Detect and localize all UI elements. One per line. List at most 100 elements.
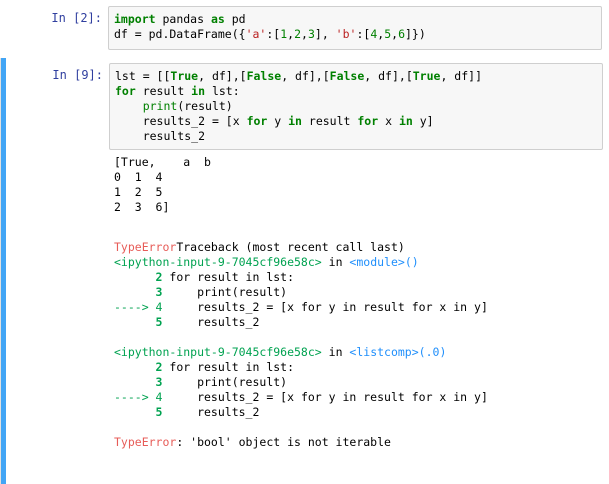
traceback-line: ----> 4 results_2 = [x for y in result f… bbox=[114, 300, 604, 315]
number: 6 bbox=[398, 27, 405, 41]
keyword: in bbox=[288, 114, 302, 128]
traceback-title: Traceback (most recent call last) bbox=[176, 240, 405, 254]
code-text: lst = [[ bbox=[115, 69, 171, 83]
number: 3 bbox=[307, 27, 315, 41]
output-line: 2 3 6] bbox=[114, 200, 170, 214]
keyword: for bbox=[115, 84, 136, 98]
code-line: import pandas as pd bbox=[114, 12, 246, 27]
cell-2-prompt: In [9]: bbox=[52, 68, 103, 82]
code-text: result bbox=[301, 114, 358, 128]
code-text: :[ bbox=[356, 27, 371, 41]
code-text: x bbox=[378, 114, 399, 128]
line-code: results_2 = [x for y in result for x in … bbox=[162, 390, 488, 404]
error-traceback: TypeErrorTraceback (most recent call las… bbox=[114, 240, 604, 450]
cell-output: [True, a b 0 1 4 1 2 5 2 3 6] bbox=[114, 155, 604, 215]
traceback-frame-1: <ipython-input-9-7045cf96e58c> in <modul… bbox=[114, 255, 604, 270]
code-line: results_2 bbox=[115, 129, 205, 144]
code-text: y bbox=[267, 114, 289, 128]
line-code: results_2 = [x for y in result for x in … bbox=[162, 300, 488, 314]
keyword: in bbox=[191, 84, 206, 98]
code-line: print(result) bbox=[115, 99, 233, 114]
cell-1-prompt: In [2]: bbox=[51, 11, 102, 25]
keyword: import bbox=[114, 12, 156, 26]
line-number: 2 bbox=[114, 360, 163, 374]
code-text: , df],[ bbox=[281, 69, 330, 83]
traceback-line: 3 print(result) bbox=[114, 285, 604, 300]
cell-1[interactable]: In [2]: import pandas as pd df = pd.Data… bbox=[0, 0, 609, 56]
traceback-line: 2 for result in lst: bbox=[114, 360, 604, 375]
frame-args: (.0) bbox=[418, 345, 447, 359]
output-line: 0 1 4 bbox=[114, 170, 163, 184]
code-text: , df],[ bbox=[364, 69, 413, 83]
traceback-line: 5 results_2 bbox=[114, 405, 604, 420]
frame-file: <ipython-input-9-7045cf96e58c> bbox=[114, 345, 322, 359]
keyword: True bbox=[412, 69, 441, 83]
line-code: print(result) bbox=[162, 285, 288, 299]
code-text: ]}) bbox=[405, 27, 426, 41]
builtin: print bbox=[142, 99, 178, 113]
code-text: pd bbox=[224, 12, 246, 26]
code-text: , df]] bbox=[440, 69, 482, 83]
keyword: for bbox=[246, 114, 268, 128]
error-message: TypeError: 'bool' object is not iterable bbox=[114, 435, 604, 450]
line-number-current: ----> 4 bbox=[114, 390, 163, 404]
line-code: for result in lst: bbox=[162, 360, 295, 374]
keyword: in bbox=[398, 114, 413, 128]
output-line: [True, a b bbox=[114, 155, 211, 169]
line-code: print(result) bbox=[162, 375, 288, 389]
code-text: (result) bbox=[177, 99, 233, 113]
line-number: 2 bbox=[114, 270, 163, 284]
string: 'a' bbox=[245, 27, 267, 41]
line-number: 3 bbox=[114, 285, 163, 299]
code-text: results_2 bbox=[115, 129, 206, 143]
frame-in: in bbox=[321, 345, 350, 359]
selected-cell-bar bbox=[1, 58, 6, 484]
code-text: :[ bbox=[266, 27, 281, 41]
traceback-line: 5 results_2 bbox=[114, 315, 604, 330]
error-text: : 'bool' object is not iterable bbox=[176, 435, 391, 449]
keyword: as bbox=[210, 12, 225, 26]
traceback-header: TypeErrorTraceback (most recent call las… bbox=[114, 240, 604, 255]
cell-2-selected[interactable]: In [9]: lst = [[True, df],[False, df],[F… bbox=[0, 58, 609, 484]
number: 2 bbox=[294, 27, 302, 41]
traceback-frame-2: <ipython-input-9-7045cf96e58c> in <listc… bbox=[114, 345, 604, 360]
keyword: for bbox=[357, 114, 379, 128]
cell-1-code-editor[interactable]: import pandas as pd df = pd.DataFrame({'… bbox=[108, 6, 602, 50]
code-text: , df],[ bbox=[198, 69, 247, 83]
cell-2-code-editor[interactable]: lst = [[True, df],[False, df],[False, df… bbox=[109, 63, 603, 150]
code-line: df = pd.DataFrame({'a':[1,2,3], 'b':[4,5… bbox=[114, 27, 426, 42]
code-text: pandas bbox=[155, 12, 211, 26]
keyword: True bbox=[170, 69, 199, 83]
line-number: 5 bbox=[114, 405, 163, 419]
string: 'b' bbox=[335, 27, 357, 41]
frame-file: <ipython-input-9-7045cf96e58c> bbox=[114, 255, 322, 269]
traceback-line: 3 print(result) bbox=[114, 375, 604, 390]
frame-in: in bbox=[321, 255, 350, 269]
line-code: for result in lst: bbox=[162, 270, 295, 284]
line-number: 5 bbox=[114, 315, 163, 329]
frame-func: <listcomp> bbox=[349, 345, 419, 359]
code-text: results_2 = [x bbox=[142, 114, 247, 128]
code-text: lst: bbox=[205, 84, 240, 98]
line-number: 3 bbox=[114, 375, 163, 389]
error-type: TypeError bbox=[114, 240, 177, 254]
keyword: False bbox=[329, 69, 365, 83]
code-line: results_2 = [x for y in result for x in … bbox=[115, 114, 434, 129]
code-line: for result in lst: bbox=[115, 84, 240, 99]
error-type: TypeError bbox=[114, 435, 177, 449]
output-line: 1 2 5 bbox=[114, 185, 163, 199]
traceback-line: 2 for result in lst: bbox=[114, 270, 604, 285]
code-text: result bbox=[135, 84, 192, 98]
frame-args: () bbox=[404, 255, 419, 269]
line-number-current: ----> 4 bbox=[114, 300, 163, 314]
code-text: y] bbox=[412, 114, 434, 128]
code-line: lst = [[True, df],[False, df],[False, df… bbox=[115, 69, 482, 84]
code-text: ], bbox=[314, 27, 336, 41]
frame-func: <module> bbox=[349, 255, 405, 269]
code-text: df = pd.DataFrame({ bbox=[114, 27, 246, 41]
traceback-line: ----> 4 results_2 = [x for y in result f… bbox=[114, 390, 604, 405]
